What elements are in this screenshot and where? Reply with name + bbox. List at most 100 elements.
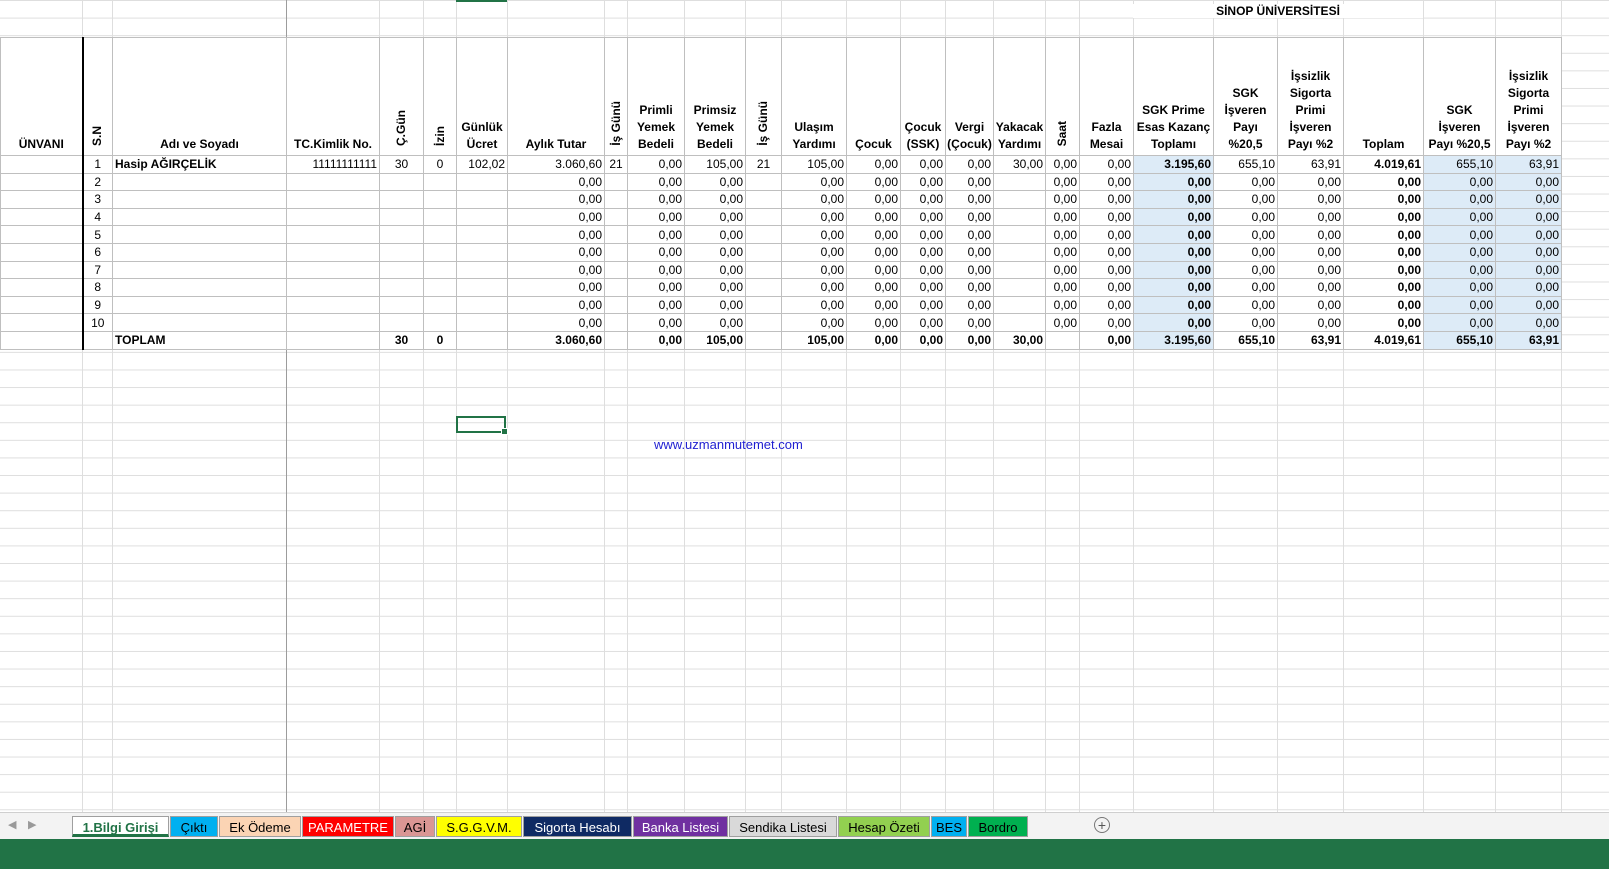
table-cell[interactable] xyxy=(745,172,782,192)
table-cell[interactable]: 0,00 xyxy=(507,260,605,280)
header-yakacak-yardimi[interactable]: Yakacak Yardımı xyxy=(993,37,1046,156)
table-cell[interactable] xyxy=(745,207,782,227)
table-cell[interactable]: 0,00 xyxy=(507,207,605,227)
table-cell[interactable] xyxy=(112,260,287,280)
table-cell[interactable]: 0,00 xyxy=(684,313,746,332)
table-cell[interactable] xyxy=(604,242,628,262)
table-cell[interactable] xyxy=(993,260,1046,280)
table-cell[interactable]: 0,00 xyxy=(1133,313,1214,332)
table-cell[interactable]: 0,00 xyxy=(1343,242,1424,262)
table-cell[interactable]: 63,91 xyxy=(1495,330,1562,350)
header-toplam[interactable]: Toplam xyxy=(1343,37,1424,156)
table-cell[interactable]: 0,00 xyxy=(1423,260,1496,280)
table-cell[interactable] xyxy=(604,313,628,332)
table-cell[interactable] xyxy=(993,278,1046,297)
table-cell[interactable]: 0,00 xyxy=(1079,313,1134,332)
table-cell[interactable] xyxy=(112,313,287,332)
table-cell[interactable] xyxy=(456,190,508,209)
header-gunluk-ucret[interactable]: Günlük Ücret xyxy=(456,37,508,156)
website-link[interactable]: www.uzmanmutemet.com xyxy=(654,437,803,452)
table-cell[interactable] xyxy=(993,313,1046,332)
table-cell[interactable] xyxy=(993,225,1046,244)
table-cell[interactable]: 0,00 xyxy=(1277,190,1344,209)
sheet-tab[interactable]: BES xyxy=(931,816,967,837)
table-cell[interactable]: 10 xyxy=(81,313,113,332)
table-cell[interactable]: 0,00 xyxy=(945,278,994,297)
table-cell[interactable]: 0,00 xyxy=(507,172,605,192)
table-cell[interactable] xyxy=(0,172,83,192)
table-cell[interactable]: 0,00 xyxy=(900,295,946,315)
table-cell[interactable]: 0,00 xyxy=(846,242,901,262)
table-cell[interactable]: 3.195,60 xyxy=(1133,330,1214,350)
header-sgk-isveren-payi-2[interactable]: SGK İşveren Payı %20,5 xyxy=(1423,37,1496,156)
table-cell[interactable]: 0,00 xyxy=(1079,295,1134,315)
table-cell[interactable]: 0,00 xyxy=(1079,330,1134,350)
table-cell[interactable]: 0,00 xyxy=(1343,260,1424,280)
table-cell[interactable] xyxy=(604,172,628,192)
table-cell[interactable]: 105,00 xyxy=(781,155,847,174)
table-cell[interactable]: 0,00 xyxy=(781,190,847,209)
table-cell[interactable]: 0,00 xyxy=(1133,295,1214,315)
header-cocuk-ssk[interactable]: Çocuk (SSK) xyxy=(900,37,946,156)
table-cell[interactable]: 0,00 xyxy=(1079,225,1134,244)
table-cell[interactable]: 0,00 xyxy=(900,313,946,332)
table-cell[interactable]: 0,00 xyxy=(900,278,946,297)
table-cell[interactable] xyxy=(0,278,83,297)
header-unvani[interactable]: ÜNVANI xyxy=(0,37,83,156)
table-cell[interactable]: 0,00 xyxy=(1277,207,1344,227)
table-cell[interactable] xyxy=(286,260,380,280)
table-cell[interactable] xyxy=(604,260,628,280)
sheet-tab[interactable]: Bordro xyxy=(968,816,1028,837)
table-cell[interactable] xyxy=(456,295,508,315)
table-cell[interactable]: 0,00 xyxy=(1423,242,1496,262)
table-cell[interactable]: 0,00 xyxy=(1213,278,1278,297)
table-cell[interactable]: 655,10 xyxy=(1213,155,1278,174)
table-cell[interactable]: 0,00 xyxy=(684,278,746,297)
table-cell[interactable]: 0,00 xyxy=(1045,172,1080,192)
table-cell[interactable]: 0,00 xyxy=(627,260,685,280)
table-cell[interactable]: 0,00 xyxy=(1423,207,1496,227)
table-cell[interactable] xyxy=(286,207,380,227)
table-cell[interactable]: 30,00 xyxy=(993,155,1046,174)
header-fazla-mesai[interactable]: Fazla Mesai xyxy=(1079,37,1134,156)
table-cell[interactable]: 0,00 xyxy=(781,242,847,262)
header-sgk-isveren-payi[interactable]: SGK İşveren Payı %20,5 xyxy=(1213,37,1278,156)
table-cell[interactable]: 0,00 xyxy=(1213,190,1278,209)
table-cell[interactable]: 0,00 xyxy=(1213,313,1278,332)
table-cell[interactable]: 0,00 xyxy=(627,155,685,174)
table-cell[interactable]: 0 xyxy=(423,155,457,174)
table-cell[interactable] xyxy=(993,242,1046,262)
table-cell[interactable]: 0,00 xyxy=(1133,260,1214,280)
table-cell[interactable]: 0,00 xyxy=(1277,278,1344,297)
table-cell[interactable] xyxy=(423,295,457,315)
sheet-tab[interactable]: S.G.G.V.M. xyxy=(436,816,522,837)
table-cell[interactable]: 0,00 xyxy=(627,225,685,244)
table-cell[interactable]: 30 xyxy=(379,155,424,174)
table-cell[interactable]: 0,00 xyxy=(1045,155,1080,174)
table-cell[interactable]: 0,00 xyxy=(1423,278,1496,297)
table-cell[interactable] xyxy=(456,225,508,244)
table-cell[interactable]: 0,00 xyxy=(1079,207,1134,227)
table-cell[interactable]: 21 xyxy=(745,155,782,174)
table-cell[interactable] xyxy=(286,295,380,315)
table-cell[interactable]: 0,00 xyxy=(1133,207,1214,227)
table-cell[interactable]: 4.019,61 xyxy=(1343,155,1424,174)
table-cell[interactable]: 0,00 xyxy=(1277,225,1344,244)
table-cell[interactable]: 0,00 xyxy=(1343,207,1424,227)
table-cell[interactable]: 0,00 xyxy=(900,242,946,262)
table-cell[interactable]: 0,00 xyxy=(1045,260,1080,280)
header-primsiz-yemek[interactable]: Primsiz Yemek Bedeli xyxy=(684,37,746,156)
table-cell[interactable]: 0,00 xyxy=(846,172,901,192)
table-cell[interactable]: 0,00 xyxy=(1495,278,1562,297)
header-ulasim-yardimi[interactable]: Ulaşım Yardımı xyxy=(781,37,847,156)
table-cell[interactable]: 7 xyxy=(81,260,113,280)
table-cell[interactable]: 0,00 xyxy=(507,278,605,297)
table-cell[interactable]: 3.060,60 xyxy=(507,330,605,350)
table-cell[interactable]: 0,00 xyxy=(1079,242,1134,262)
table-cell[interactable] xyxy=(0,260,83,280)
table-cell[interactable]: 0,00 xyxy=(1045,278,1080,297)
table-cell[interactable] xyxy=(112,190,287,209)
table-cell[interactable]: 0,00 xyxy=(945,330,994,350)
table-cell[interactable]: 5 xyxy=(81,225,113,244)
table-cell[interactable]: 0 xyxy=(423,330,457,350)
